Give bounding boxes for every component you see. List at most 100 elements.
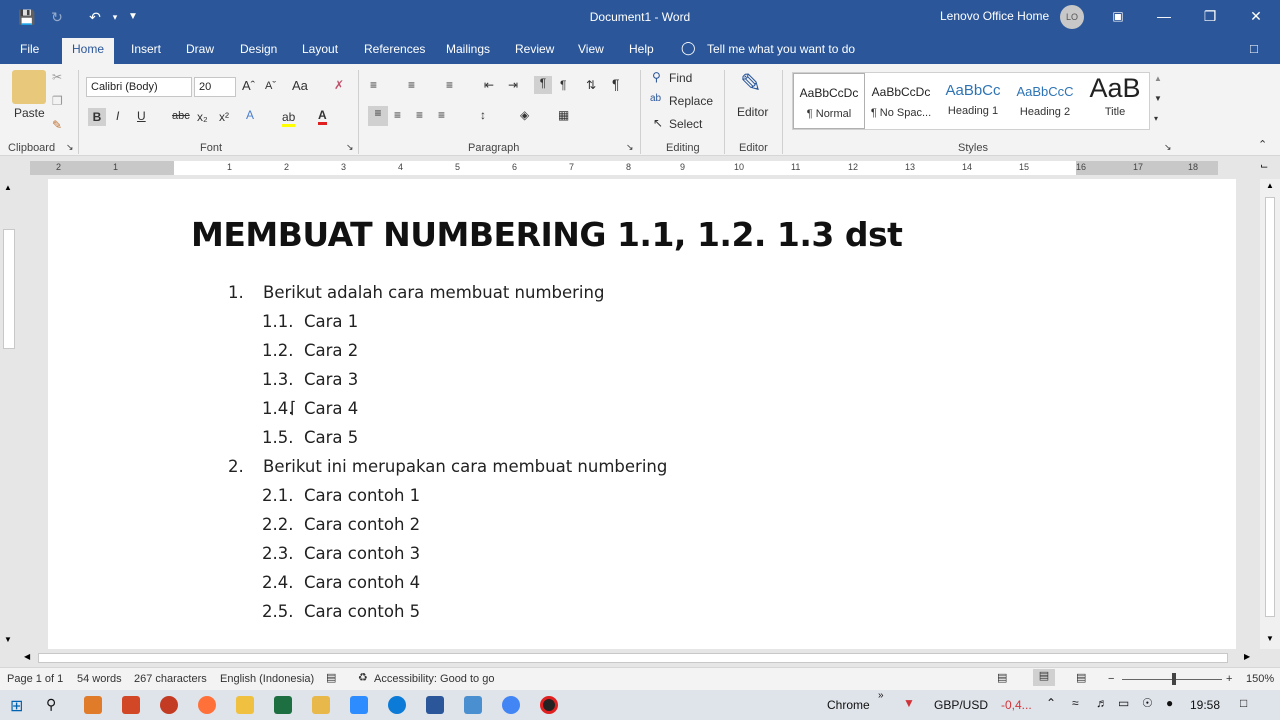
tab-home[interactable]: Home bbox=[62, 38, 115, 64]
ticker-symbol[interactable]: GBP/USD bbox=[934, 698, 988, 712]
list-item[interactable]: Cara 4 bbox=[304, 399, 358, 418]
list-item[interactable]: Berikut ini merupakan cara membuat numbe… bbox=[263, 457, 667, 476]
zoom-out-icon[interactable]: − bbox=[1108, 673, 1114, 685]
list-item[interactable]: Cara contoh 3 bbox=[304, 544, 420, 563]
tab-selector-icon[interactable]: ⌙ bbox=[1260, 161, 1268, 172]
style-heading-1[interactable]: AaBbCc Heading 1 bbox=[937, 73, 1009, 129]
justify-icon[interactable]: ≡ bbox=[438, 108, 445, 122]
collapse-ribbon-icon[interactable]: ⌃ bbox=[1258, 138, 1267, 151]
scroll-up-icon[interactable]: ▲ bbox=[4, 183, 12, 192]
ltr-icon[interactable]: ¶ bbox=[534, 76, 552, 94]
shrink-font-icon[interactable]: Aˇ bbox=[265, 80, 276, 92]
highlight-icon[interactable]: ab bbox=[282, 110, 296, 127]
customize-qat-icon[interactable]: ▼ bbox=[124, 8, 142, 26]
editor-button[interactable]: Editor bbox=[737, 105, 768, 119]
align-left-icon[interactable]: ≡ bbox=[368, 106, 388, 126]
avatar[interactable]: LO bbox=[1060, 5, 1084, 29]
web-layout-icon[interactable]: ▤ bbox=[1076, 671, 1086, 684]
vertical-ruler[interactable]: ▲ ▼ bbox=[0, 179, 18, 649]
zoom-in-icon[interactable]: + bbox=[1226, 673, 1232, 685]
select-button[interactable]: Select bbox=[669, 117, 702, 131]
rtl-icon[interactable]: ¶ bbox=[560, 78, 566, 92]
microphone-icon[interactable]: ● bbox=[1166, 696, 1173, 710]
bold-button[interactable]: B bbox=[88, 108, 106, 126]
redo-icon[interactable]: ↻ bbox=[48, 8, 66, 26]
replace-button[interactable]: Replace bbox=[669, 94, 713, 108]
font-launcher-icon[interactable]: ↘ bbox=[346, 142, 354, 153]
print-layout-icon[interactable]: ▤ bbox=[1033, 669, 1055, 686]
show-marks-icon[interactable]: ¶ bbox=[612, 76, 620, 92]
list-item[interactable]: Cara 3 bbox=[304, 370, 358, 389]
tab-draw[interactable]: Draw bbox=[186, 42, 214, 56]
toolbar-expand-icon[interactable]: » bbox=[878, 690, 884, 701]
styles-more-icon[interactable]: ▾ bbox=[1154, 114, 1158, 123]
font-color-icon[interactable]: A bbox=[318, 108, 327, 125]
vertical-scrollbar[interactable]: ▲ ▼ bbox=[1260, 179, 1280, 649]
line-spacing-icon[interactable]: ↕ bbox=[480, 108, 486, 122]
page-count[interactable]: Page 1 of 1 bbox=[7, 673, 63, 685]
style-no-spacing[interactable]: AaBbCcDc ¶ No Spac... bbox=[865, 73, 937, 129]
styles-scroll-up-icon[interactable]: ▲ bbox=[1154, 74, 1162, 83]
multilevel-list-icon[interactable]: ≡ bbox=[446, 78, 453, 92]
style-title[interactable]: AaB Title bbox=[1081, 73, 1149, 129]
tab-design[interactable]: Design bbox=[240, 42, 277, 56]
notifications-icon[interactable]: □ bbox=[1240, 696, 1247, 710]
tab-mailings[interactable]: Mailings bbox=[446, 42, 490, 56]
decrease-indent-icon[interactable]: ⇤ bbox=[484, 78, 494, 92]
strikethrough-button[interactable]: abc bbox=[172, 110, 190, 122]
battery-icon[interactable]: ▭ bbox=[1118, 696, 1129, 710]
align-right-icon[interactable]: ≡ bbox=[416, 108, 423, 122]
borders-icon[interactable]: ▦ bbox=[558, 108, 569, 122]
clock[interactable]: 19:58 bbox=[1190, 698, 1220, 712]
clipboard-launcher-icon[interactable]: ↘ bbox=[66, 142, 74, 153]
bullets-icon[interactable]: ≡ bbox=[370, 78, 377, 92]
text-effects-icon[interactable]: A bbox=[246, 108, 254, 122]
superscript-button[interactable]: x² bbox=[219, 110, 229, 124]
copy-icon[interactable]: ❐ bbox=[52, 94, 63, 108]
chrome-icon[interactable] bbox=[502, 696, 520, 714]
paste-button[interactable]: Paste bbox=[14, 106, 45, 120]
restore-button[interactable]: ❐ bbox=[1200, 6, 1220, 26]
start-icon[interactable]: ⊞ bbox=[10, 696, 28, 715]
align-center-icon[interactable]: ≡ bbox=[394, 108, 401, 122]
scroll-right-icon[interactable]: ▶ bbox=[1244, 652, 1250, 661]
excel-icon[interactable] bbox=[274, 696, 292, 714]
increase-indent-icon[interactable]: ⇥ bbox=[508, 78, 518, 92]
font-name-combo[interactable]: Calibri (Body) bbox=[86, 77, 192, 97]
list-item[interactable]: Cara contoh 4 bbox=[304, 573, 420, 592]
powerpoint-icon[interactable] bbox=[122, 696, 140, 714]
list-item[interactable]: Cara 2 bbox=[304, 341, 358, 360]
sort-icon[interactable]: ⇅ bbox=[586, 78, 596, 92]
tab-references[interactable]: References bbox=[364, 42, 425, 56]
search-icon[interactable]: ⚲ bbox=[46, 696, 64, 714]
zoom-slider-thumb[interactable] bbox=[1172, 673, 1176, 685]
scroll-left-icon[interactable]: ◀ bbox=[24, 652, 30, 661]
ticker-value[interactable]: -0,4... bbox=[1001, 698, 1032, 712]
list-item[interactable]: Cara 1 bbox=[304, 312, 358, 331]
firefox-icon[interactable] bbox=[198, 696, 216, 714]
list-item[interactable]: Cara contoh 5 bbox=[304, 602, 420, 621]
horizontal-ruler[interactable]: 2 1 1 2 3 4 5 6 7 8 9 10 11 12 13 14 15 … bbox=[0, 157, 1280, 179]
list-item[interactable]: Cara 5 bbox=[304, 428, 358, 447]
minimize-button[interactable]: — bbox=[1154, 6, 1174, 26]
accessibility-status[interactable]: Accessibility: Good to go bbox=[374, 673, 494, 685]
underline-button[interactable]: U bbox=[137, 109, 146, 123]
scroll-down-arrow-icon[interactable]: ▼ bbox=[1266, 634, 1274, 643]
word-count[interactable]: 54 words bbox=[77, 673, 122, 685]
zoom-app-icon[interactable] bbox=[350, 696, 368, 714]
grow-font-icon[interactable]: Aˆ bbox=[242, 78, 255, 93]
tab-help[interactable]: Help bbox=[629, 42, 654, 56]
shading-icon[interactable]: ◈ bbox=[520, 108, 529, 122]
chrome-toolbar-label[interactable]: Chrome bbox=[827, 698, 870, 712]
close-button[interactable]: ✕ bbox=[1246, 6, 1266, 26]
italic-button[interactable]: I bbox=[116, 109, 119, 123]
list-item[interactable]: Cara contoh 1 bbox=[304, 486, 420, 505]
zoom-level[interactable]: 150% bbox=[1246, 673, 1274, 685]
vlc-icon[interactable] bbox=[84, 696, 102, 714]
editor-icon[interactable]: ✎ bbox=[740, 68, 762, 99]
font-size-combo[interactable]: 20 bbox=[194, 77, 236, 97]
subscript-button[interactable]: x₂ bbox=[197, 110, 208, 124]
paste-icon[interactable] bbox=[12, 70, 46, 104]
tab-review[interactable]: Review bbox=[515, 42, 554, 56]
account-name[interactable]: Lenovo Office Home bbox=[940, 9, 1049, 23]
